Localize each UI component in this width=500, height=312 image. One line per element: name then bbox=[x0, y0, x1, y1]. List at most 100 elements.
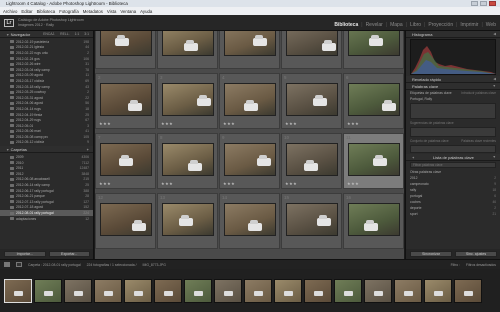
filmstrip-thumbnail[interactable] bbox=[214, 278, 242, 303]
grid-cell[interactable]: 9 ★★★ bbox=[219, 133, 280, 189]
sync-settings-button[interactable]: Sinc. ajustes bbox=[455, 251, 497, 257]
filmstrip-thumbnail[interactable] bbox=[304, 278, 332, 303]
keyword-filter-input[interactable]: Filtrar palabras clave bbox=[410, 162, 496, 168]
filmstrip-thumbnail[interactable] bbox=[94, 278, 122, 303]
grid-cell[interactable]: 16 bbox=[343, 193, 404, 249]
folder-row[interactable]: 2012-05-12 ciclista 9 bbox=[0, 140, 93, 146]
grid-cell[interactable]: 13 bbox=[157, 193, 218, 249]
star-rating[interactable]: ★★★ bbox=[223, 121, 235, 126]
folder-icon bbox=[10, 118, 14, 122]
module-5[interactable]: Imprimir bbox=[460, 22, 478, 28]
photo-thumbnail bbox=[100, 203, 152, 236]
grid-cell[interactable] bbox=[343, 31, 404, 69]
module-3[interactable]: Libro bbox=[410, 22, 421, 28]
folder-name: 2012-02-26 wire bbox=[16, 62, 41, 67]
loupe-view-icon[interactable] bbox=[16, 262, 22, 267]
navigator-header[interactable]: ▼ Navegador ENCAJ. RELL. 1:1 3:1 bbox=[0, 31, 93, 38]
close-button[interactable] bbox=[489, 1, 496, 6]
filmstrip-source[interactable]: Carpeta : 2012-08-01 rally portugal bbox=[28, 263, 81, 267]
navigator-tab-0[interactable]: ENCAJ. bbox=[43, 32, 55, 36]
filmstrip-thumbnail[interactable] bbox=[184, 278, 212, 303]
filmstrip-thumbnail[interactable] bbox=[334, 278, 362, 303]
grid-cell[interactable]: 4 ★★★ bbox=[219, 73, 280, 129]
folders-header[interactable]: ▼ Carpetas + bbox=[0, 146, 93, 154]
module-4[interactable]: Proyección bbox=[428, 22, 453, 28]
keyword-entry-field[interactable] bbox=[410, 103, 496, 119]
keyword-row[interactable]: sport 21 bbox=[406, 211, 500, 217]
star-rating[interactable]: ★★★ bbox=[99, 121, 111, 126]
import-button[interactable]: Importar... bbox=[4, 251, 46, 257]
collapse-triangle-icon: ▼ bbox=[492, 84, 496, 88]
add-keyword-icon[interactable]: + bbox=[412, 155, 414, 160]
filmstrip-thumbnail[interactable] bbox=[64, 278, 92, 303]
filmstrip-thumbnail[interactable] bbox=[34, 278, 62, 303]
filmstrip-thumbnail[interactable] bbox=[124, 278, 152, 303]
star-rating[interactable]: ★★★ bbox=[285, 181, 297, 186]
grid-cell[interactable]: 5 ★★★ bbox=[281, 73, 342, 129]
keyword-set-area[interactable] bbox=[410, 145, 496, 153]
keyword-value[interactable]: Portugal, Rally bbox=[410, 97, 432, 101]
module-6[interactable]: Web bbox=[486, 22, 496, 28]
grid-cell[interactable]: 8 ★★★ bbox=[157, 133, 218, 189]
navigator-tab-3[interactable]: 3:1 bbox=[84, 32, 89, 36]
grid-cell[interactable] bbox=[281, 31, 342, 69]
menu-item-2[interactable]: Biblioteca bbox=[37, 9, 56, 14]
star-rating[interactable]: ★★★ bbox=[223, 181, 235, 186]
menu-item-6[interactable]: Ventana bbox=[120, 9, 136, 14]
star-rating[interactable]: ★★★ bbox=[161, 121, 173, 126]
grid-cell[interactable]: 10 ★★★ bbox=[281, 133, 342, 189]
menu-item-0[interactable]: Archivo bbox=[3, 9, 17, 14]
grid-cell[interactable]: 7 ★★★ bbox=[95, 133, 156, 189]
star-rating[interactable]: ★★★ bbox=[161, 181, 173, 186]
filmstrip-thumbnail[interactable] bbox=[244, 278, 272, 303]
menu-item-5[interactable]: Vista bbox=[107, 9, 116, 14]
histogram-header[interactable]: Histograma ◀ bbox=[406, 31, 500, 38]
quick-develop-header[interactable]: Revelado rápido ◀ bbox=[406, 76, 500, 83]
grid-cell[interactable]: 12 bbox=[95, 193, 156, 249]
filmstrip-thumbnail[interactable] bbox=[424, 278, 452, 303]
suggestions-area[interactable] bbox=[410, 127, 496, 137]
menu-item-1[interactable]: Editar bbox=[21, 9, 32, 14]
navigator-tab-1[interactable]: RELL. bbox=[60, 32, 69, 36]
histogram-graphic bbox=[411, 46, 496, 74]
grid-cell[interactable] bbox=[95, 31, 156, 69]
star-rating[interactable]: ★★★ bbox=[347, 181, 359, 186]
grid-cell[interactable] bbox=[219, 31, 280, 69]
menu-item-7[interactable]: Ayuda bbox=[140, 9, 152, 14]
filmstrip-thumbnail[interactable] bbox=[154, 278, 182, 303]
sync-button[interactable]: Sincronizar bbox=[410, 251, 452, 257]
keyword-tags-mode[interactable]: Introducir palabras clave bbox=[461, 91, 496, 95]
add-folder-icon[interactable]: + bbox=[87, 147, 89, 152]
grid-cell[interactable]: 6 ★★★ bbox=[343, 73, 404, 129]
filter-select[interactable]: Filtros desactivados bbox=[466, 263, 496, 267]
grid-view-icon[interactable] bbox=[4, 262, 10, 267]
maximize-button[interactable] bbox=[480, 1, 487, 6]
grid-cell[interactable]: 14 bbox=[219, 193, 280, 249]
minimize-button[interactable] bbox=[471, 1, 478, 6]
menu-item-4[interactable]: Metadatos bbox=[83, 9, 103, 14]
star-rating[interactable]: ★★★ bbox=[285, 121, 297, 126]
grid-cell[interactable] bbox=[157, 31, 218, 69]
keyword-set-select[interactable]: Palabras clave recientes bbox=[461, 139, 496, 143]
star-rating[interactable]: ★★★ bbox=[347, 121, 359, 126]
star-rating[interactable]: ★★★ bbox=[99, 181, 111, 186]
filmstrip-thumbnail[interactable] bbox=[454, 278, 482, 303]
module-2[interactable]: Mapa bbox=[390, 22, 403, 28]
folder-row[interactable]: adaptaciones 12 bbox=[0, 216, 93, 222]
grid-cell[interactable]: 2 ★★★ bbox=[95, 73, 156, 129]
grid-cell[interactable]: 11 ★★★ bbox=[343, 133, 404, 189]
folder-name: 2012-07-18 agosti bbox=[16, 205, 44, 210]
filmstrip-thumbnail[interactable] bbox=[394, 278, 422, 303]
grid-cell[interactable]: 3 ★★★ bbox=[157, 73, 218, 129]
module-0[interactable]: Biblioteca bbox=[334, 22, 358, 28]
menu-item-3[interactable]: Fotografía bbox=[59, 9, 79, 14]
filmstrip-thumbnail[interactable] bbox=[364, 278, 392, 303]
filmstrip-thumbnail[interactable] bbox=[274, 278, 302, 303]
module-1[interactable]: Revelar bbox=[366, 22, 383, 28]
keyword-list-header[interactable]: + Lista de palabras clave ▼ bbox=[406, 154, 500, 161]
navigator-tab-2[interactable]: 1:1 bbox=[75, 32, 80, 36]
filmstrip-thumbnail[interactable] bbox=[4, 278, 32, 303]
keywording-header[interactable]: Palabras clave ▼ bbox=[406, 83, 500, 90]
grid-cell[interactable]: 15 bbox=[281, 193, 342, 249]
export-button[interactable]: Exportar... bbox=[48, 251, 90, 257]
